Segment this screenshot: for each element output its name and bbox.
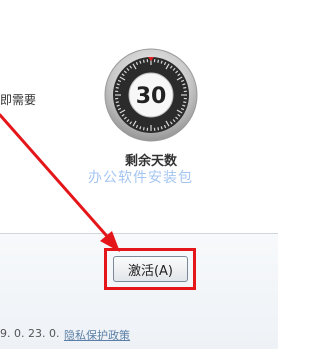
dial-tick xyxy=(183,86,187,89)
dial-tick xyxy=(142,127,145,131)
countdown-dial: 30 xyxy=(104,48,198,142)
dial-tick xyxy=(142,59,145,63)
info-text-fragment: 即需要 xyxy=(0,93,37,107)
dial-tick xyxy=(157,59,160,63)
days-remaining-value: 30 xyxy=(136,84,167,109)
annotation-highlight-box xyxy=(104,248,196,290)
version-text: 9. 0. 23. 0. xyxy=(0,327,60,340)
dial-graphic: 30 xyxy=(104,48,198,142)
dial-tick xyxy=(157,127,160,131)
watermark-text: 办公软件安装包 xyxy=(88,170,193,186)
dialog-panel: 即需要 30 剩余天数 办公软件安装包 激活(A) 9. 0. 23. 0. 隐… xyxy=(0,0,278,349)
dial-tick xyxy=(183,101,187,104)
dial-tick xyxy=(115,86,119,89)
privacy-policy-link[interactable]: 隐私保护政策 xyxy=(64,327,130,343)
dial-tick xyxy=(115,101,119,104)
